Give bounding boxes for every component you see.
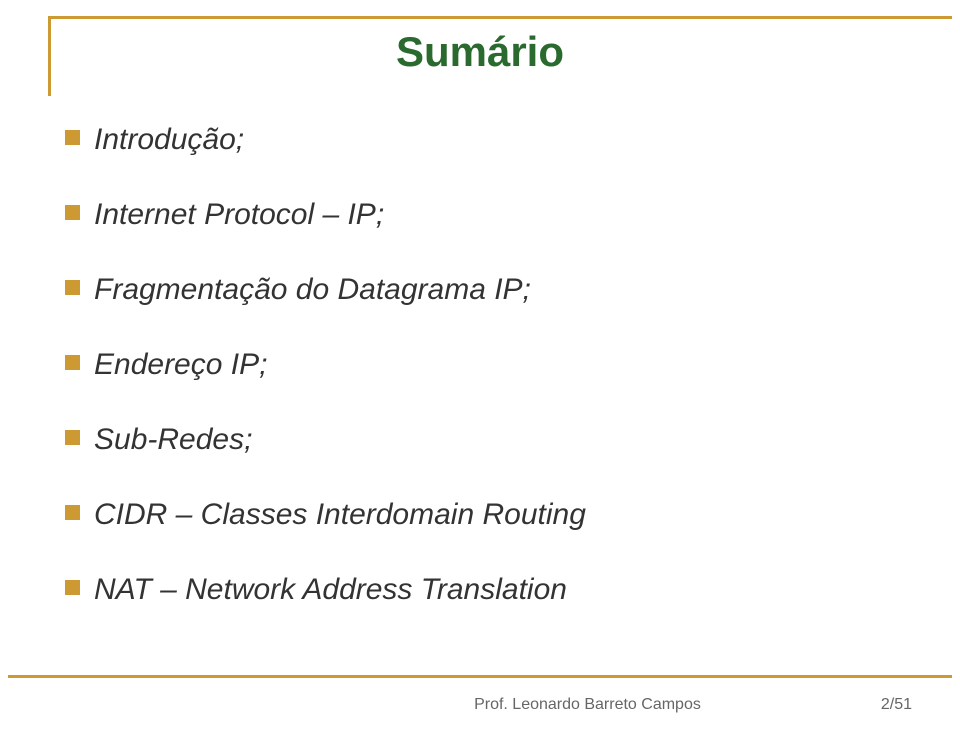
- bullet-icon: [65, 430, 80, 445]
- bullet-text: Sub-Redes;: [94, 420, 252, 459]
- list-item: CIDR – Classes Interdomain Routing: [65, 495, 900, 534]
- bullet-text: Endereço IP;: [94, 345, 267, 384]
- bullet-icon: [65, 130, 80, 145]
- list-item: NAT – Network Address Translation: [65, 570, 900, 609]
- footer: Prof. Leonardo Barreto Campos 2/51: [8, 696, 952, 714]
- bullet-text: Internet Protocol – IP;: [94, 195, 384, 234]
- bullet-icon: [65, 205, 80, 220]
- footer-page-number: 2/51: [881, 696, 912, 714]
- list-item: Sub-Redes;: [65, 420, 900, 459]
- list-item: Fragmentação do Datagrama IP;: [65, 270, 900, 309]
- bullet-icon: [65, 280, 80, 295]
- bottom-border-line: [8, 675, 952, 678]
- bullet-text: NAT – Network Address Translation: [94, 570, 567, 609]
- bullet-icon: [65, 580, 80, 595]
- list-item: Introdução;: [65, 120, 900, 159]
- footer-author: Prof. Leonardo Barreto Campos: [474, 696, 701, 714]
- bullet-text: Introdução;: [94, 120, 244, 159]
- page-title: Sumário: [0, 28, 960, 76]
- bullet-text: Fragmentação do Datagrama IP;: [94, 270, 531, 309]
- bullet-icon: [65, 505, 80, 520]
- list-item: Endereço IP;: [65, 345, 900, 384]
- list-item: Internet Protocol – IP;: [65, 195, 900, 234]
- top-border-line: [48, 16, 952, 19]
- bullet-text: CIDR – Classes Interdomain Routing: [94, 495, 586, 534]
- bullet-icon: [65, 355, 80, 370]
- content-area: Introdução; Internet Protocol – IP; Frag…: [65, 120, 900, 645]
